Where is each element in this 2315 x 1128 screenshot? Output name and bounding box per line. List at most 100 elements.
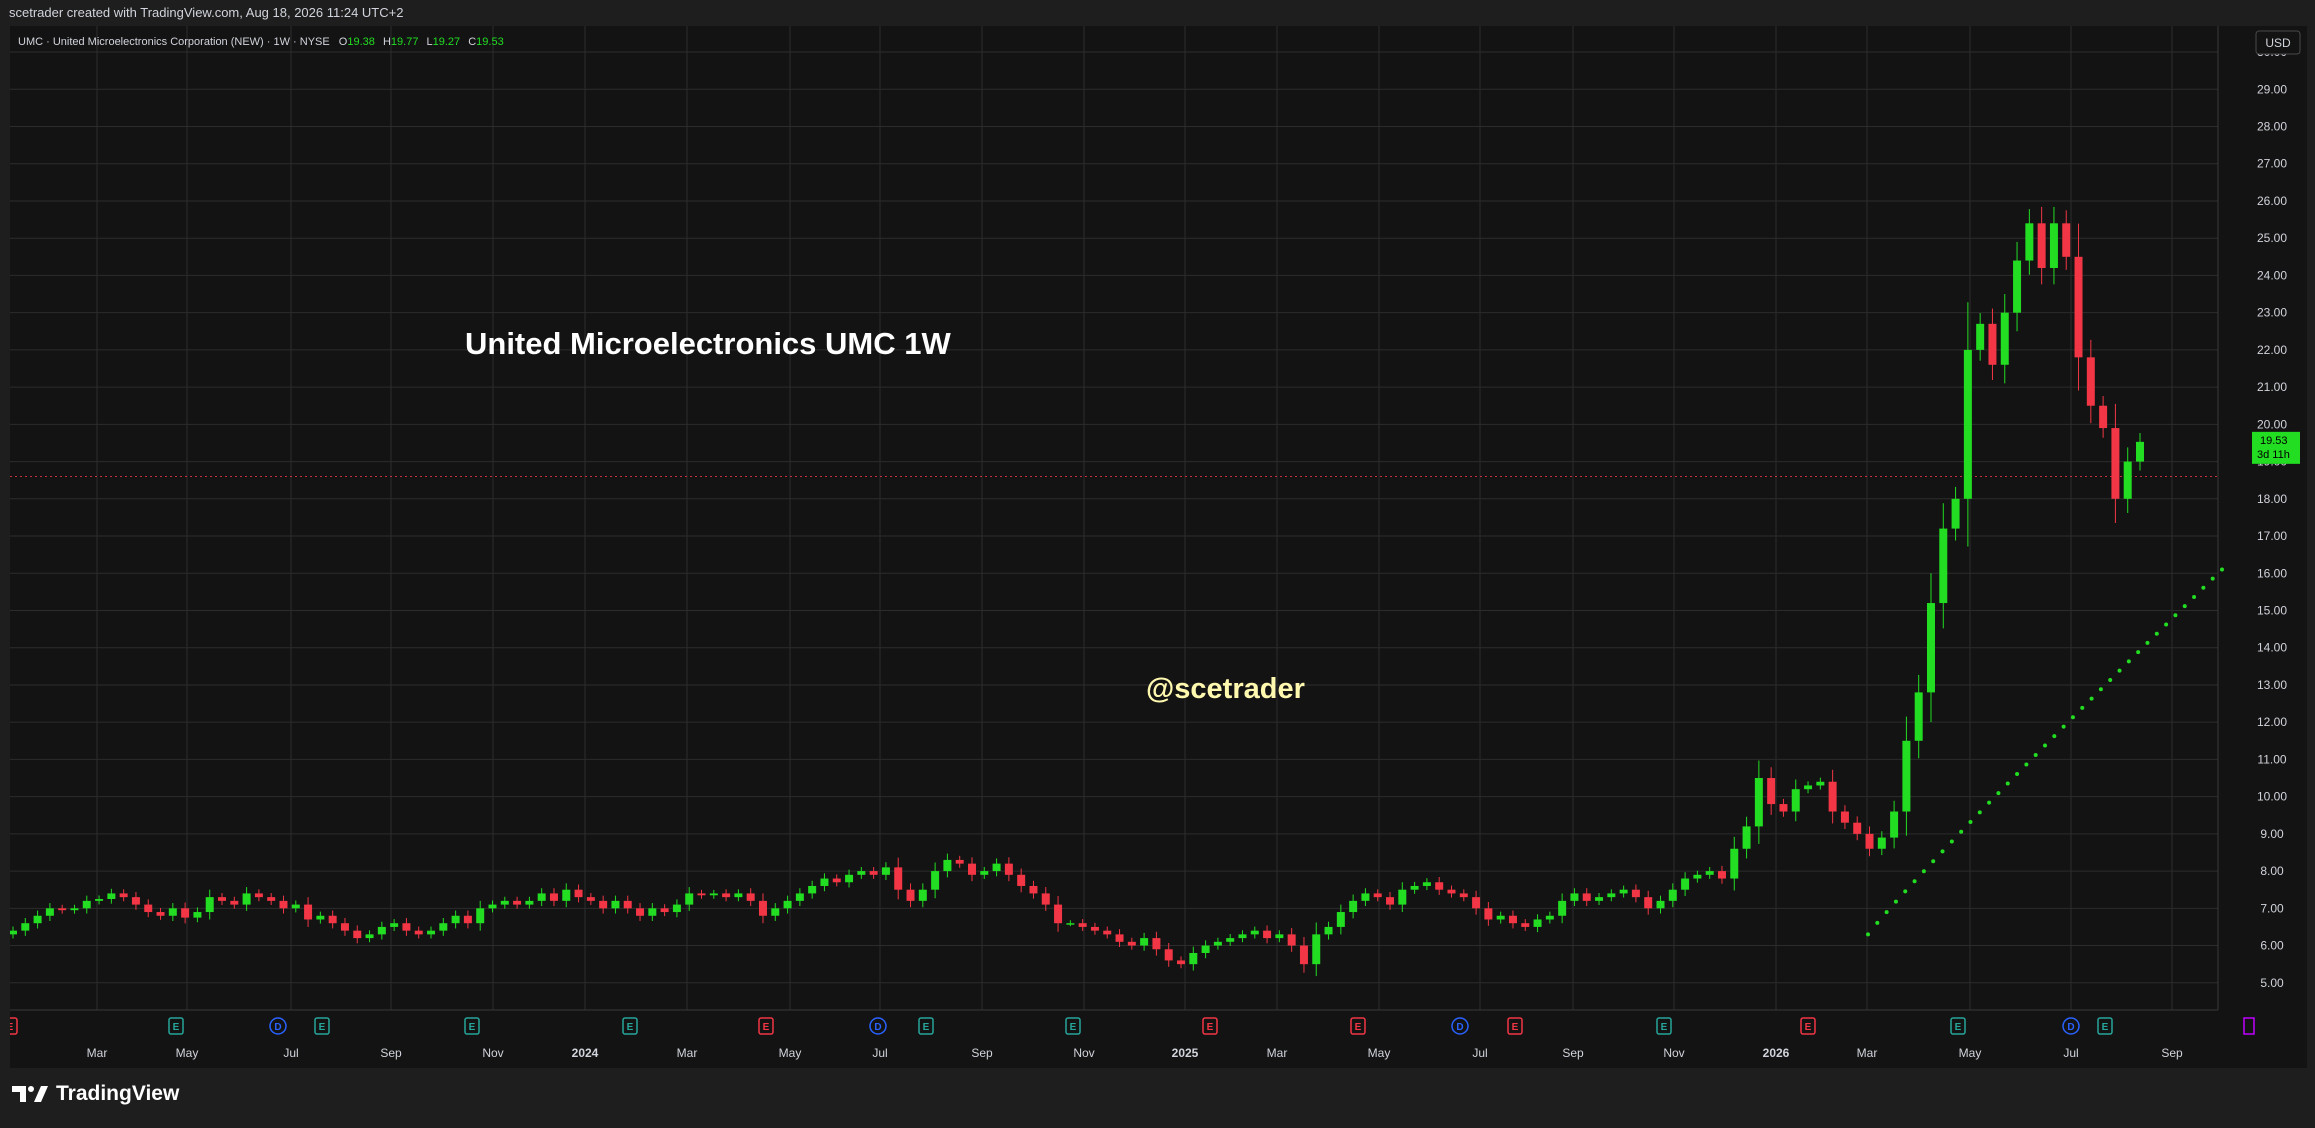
candle-body bbox=[230, 900, 239, 905]
candle-body bbox=[1730, 848, 1739, 879]
candle-body bbox=[131, 897, 140, 905]
candle-body bbox=[1816, 781, 1825, 786]
candle-body bbox=[832, 878, 841, 883]
candle-body bbox=[1312, 934, 1321, 965]
sar-dot bbox=[2126, 659, 2131, 664]
time-tick-label: Sep bbox=[971, 1046, 993, 1060]
sar-dot bbox=[2108, 677, 2113, 682]
sar-dot bbox=[2182, 604, 2187, 609]
candle-body bbox=[1976, 323, 1985, 350]
time-tick-label: Sep bbox=[1562, 1046, 1584, 1060]
candle-body bbox=[168, 908, 177, 916]
price-tick-label: 5.00 bbox=[2260, 976, 2284, 990]
candle-body bbox=[1115, 934, 1124, 942]
candle-body bbox=[1238, 934, 1247, 939]
event-marker-label: E bbox=[1070, 1022, 1077, 1033]
price-chart[interactable]: 5.00 6.00 7.00 8.00 9.00 10.00 11.00 12.00 13.00… bbox=[10, 26, 2307, 1068]
sar-dot bbox=[2220, 567, 2224, 572]
candle-body bbox=[500, 900, 509, 905]
time-tick-label: May bbox=[1368, 1046, 1391, 1060]
countdown: 3d 11h bbox=[2257, 449, 2290, 461]
candle-body bbox=[82, 900, 91, 909]
candle-body bbox=[1791, 789, 1800, 812]
candle-body bbox=[1484, 908, 1493, 920]
candle-body bbox=[218, 897, 227, 901]
candle-body bbox=[1263, 930, 1272, 939]
candle-body bbox=[1496, 915, 1505, 920]
candle-body bbox=[1545, 915, 1554, 920]
candle-body bbox=[1017, 874, 1026, 886]
candle-body bbox=[599, 900, 608, 909]
candle-body bbox=[992, 863, 1001, 872]
candle-body bbox=[1902, 740, 1911, 812]
event-marker-label: E bbox=[1955, 1022, 1962, 1033]
candle-body bbox=[193, 912, 202, 918]
candle-body bbox=[967, 863, 976, 875]
candle-body bbox=[1152, 938, 1161, 950]
event-marker-label: E bbox=[1512, 1022, 1519, 1033]
candle-body bbox=[722, 893, 731, 898]
candle-body bbox=[697, 893, 706, 896]
candle-body bbox=[1767, 778, 1776, 805]
candle-body bbox=[156, 912, 165, 916]
sar-dot bbox=[1921, 869, 1926, 874]
time-tick-label: Jul bbox=[283, 1046, 298, 1060]
candle-body bbox=[488, 904, 497, 909]
event-marker-label: E bbox=[10, 1022, 14, 1033]
candle-body bbox=[1435, 882, 1444, 890]
candle-body bbox=[623, 900, 632, 909]
sar-dot bbox=[2024, 762, 2029, 767]
tradingview-logo[interactable]: TradingView bbox=[12, 1082, 179, 1106]
event-marker-label: D bbox=[274, 1022, 281, 1033]
candle-body bbox=[119, 893, 128, 898]
event-marker-label: E bbox=[1355, 1022, 1362, 1033]
candle-body bbox=[316, 915, 325, 920]
legend-close: 19.53 bbox=[476, 36, 504, 48]
price-tick-label: 8.00 bbox=[2260, 864, 2284, 878]
event-marker-label: E bbox=[763, 1022, 770, 1033]
sar-dot bbox=[1940, 849, 1945, 854]
time-tick-label: 2024 bbox=[572, 1046, 599, 1060]
candle-body bbox=[881, 867, 890, 875]
sar-dot bbox=[2154, 631, 2159, 636]
candle-body bbox=[1865, 833, 1874, 849]
candle-body bbox=[980, 871, 989, 875]
sar-dot bbox=[1912, 879, 1917, 884]
currency-button[interactable]: USD bbox=[2255, 30, 2301, 55]
candle-body bbox=[2062, 223, 2071, 257]
price-tick-label: 6.00 bbox=[2260, 939, 2284, 953]
candle-body bbox=[783, 900, 792, 909]
candle-body bbox=[402, 923, 411, 931]
candle-body bbox=[1926, 603, 1935, 693]
price-tick-label: 13.00 bbox=[2257, 678, 2287, 692]
price-tick-label: 28.00 bbox=[2257, 120, 2287, 134]
candle-body bbox=[1533, 919, 1542, 927]
time-tick-label: Jul bbox=[872, 1046, 887, 1060]
candle-body bbox=[648, 908, 657, 916]
candle-body bbox=[451, 915, 460, 924]
candle-body bbox=[1078, 923, 1087, 927]
time-tick-label: May bbox=[1959, 1046, 1982, 1060]
candle-body bbox=[1951, 498, 1960, 529]
footer: TradingView bbox=[0, 1068, 2315, 1128]
candle-body bbox=[525, 900, 534, 905]
price-tick-label: 10.00 bbox=[2257, 790, 2287, 804]
candle-body bbox=[1705, 871, 1714, 875]
candle-body bbox=[21, 923, 30, 931]
candle-body bbox=[2099, 405, 2108, 429]
candle-body bbox=[1521, 923, 1530, 927]
sar-dot bbox=[2173, 613, 2178, 618]
sar-dot bbox=[2080, 705, 2085, 710]
candle-body bbox=[1693, 874, 1702, 879]
candle-body bbox=[45, 908, 54, 916]
legend-high: 19.77 bbox=[391, 36, 419, 48]
event-marker-label: E bbox=[923, 1022, 930, 1033]
candle-body bbox=[476, 908, 485, 924]
candle-body bbox=[1447, 889, 1456, 894]
tradingview-logo-icon bbox=[12, 1086, 48, 1102]
candle-body bbox=[795, 893, 804, 901]
sar-dot bbox=[1875, 920, 1880, 925]
event-marker-label: E bbox=[1661, 1022, 1668, 1033]
candle-body bbox=[1373, 893, 1382, 898]
time-tick-label: Mar bbox=[87, 1046, 108, 1060]
